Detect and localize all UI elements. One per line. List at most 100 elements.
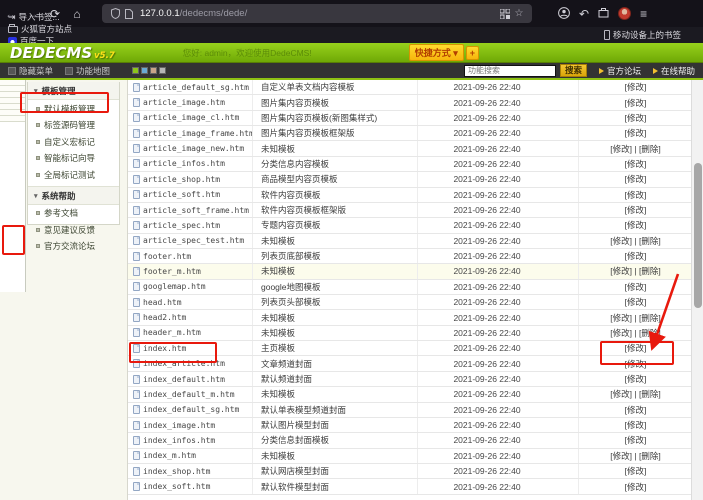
modify-link[interactable]: [修改] (625, 250, 647, 262)
bookmark-star-icon[interactable]: ☆ (512, 8, 526, 20)
delete-link[interactable]: [删除] (639, 450, 661, 462)
operations-cell: [修改] | [删除] (579, 249, 692, 263)
modify-link[interactable]: [修改] (625, 189, 647, 201)
file-icon (133, 267, 140, 276)
qr-scan-icon[interactable] (498, 8, 512, 20)
modify-link[interactable]: [修改] (625, 81, 647, 93)
page-scrollbar[interactable] (691, 80, 703, 500)
menu-item[interactable]: 参考文档 (28, 205, 119, 222)
delete-link[interactable]: [删除] (639, 235, 661, 247)
shield-icon[interactable] (108, 8, 122, 20)
feature-map-button[interactable]: 功能地图 (65, 65, 110, 77)
modify-link[interactable]: [修改] (625, 158, 647, 170)
modify-link[interactable]: [修改] (610, 388, 632, 400)
template-description: 专题内容页模板 (253, 218, 418, 232)
modify-link[interactable]: [修改] (625, 481, 647, 493)
operations-cell: [修改] | [删除] (579, 280, 692, 294)
modify-link[interactable]: [修改] (610, 312, 632, 324)
modify-link[interactable]: [修改] (625, 404, 647, 416)
file-icon (133, 159, 140, 168)
template-description: 商品模型内容页模板 (253, 172, 418, 186)
modify-link[interactable]: [修改] (625, 373, 647, 385)
modify-link[interactable]: [修改] (625, 219, 647, 231)
menu-item[interactable]: 智能标记向导 (28, 150, 119, 167)
file-icon (133, 282, 140, 291)
profile-avatar[interactable] (618, 7, 631, 20)
modify-link[interactable]: [修改] (625, 112, 647, 124)
file-icon (133, 221, 140, 230)
online-help-link[interactable]: 在线帮助 (653, 65, 695, 77)
feature-search-input[interactable] (464, 65, 556, 77)
color-swatch[interactable] (159, 67, 166, 74)
menu-group-header[interactable]: ▾ 模板管理 (28, 82, 119, 100)
table-row: index_default_sg.htm 默认单表模型频道封面 2021-09-… (128, 403, 692, 418)
bookmark-item[interactable]: ⇥ 火狐官方站点 (8, 23, 72, 35)
menu-item[interactable]: 默认模板管理 (28, 100, 119, 117)
table-row: article_spec.htm 专题内容页模板 2021-09-26 22:4… (128, 218, 692, 233)
filename-cell: googlemap.htm (128, 280, 253, 294)
hamburger-menu-icon[interactable]: ≡ (640, 8, 647, 20)
color-swatch[interactable] (141, 67, 148, 74)
scrollbar-thumb[interactable] (694, 163, 702, 308)
color-swatch[interactable] (132, 67, 139, 74)
shortcut-button[interactable]: 快捷方式 ▾ (409, 44, 464, 61)
modify-link[interactable]: [修改] (625, 465, 647, 477)
menu-item[interactable]: 自定义宏标记 (28, 133, 119, 150)
file-icon (133, 175, 140, 184)
url-text[interactable]: 127.0.0.1/dedecms/dede/ (140, 8, 498, 19)
sidebar-menu: ▾ 模板管理 默认模板管理 标签源码管理 自定义宏标记 智能标记向导 全局标记测… (27, 82, 120, 225)
template-description: 图片集内容页模板框架版 (253, 126, 418, 140)
table-row: header_m.htm 未知模板 2021-09-26 22:40 [修改] … (128, 326, 692, 341)
page-info-icon[interactable] (122, 8, 136, 20)
modify-link[interactable]: [修改] (625, 204, 647, 216)
search-button[interactable]: 搜索 (560, 64, 587, 77)
extension-icon[interactable] (598, 7, 609, 20)
delete-link[interactable]: [删除] (639, 265, 661, 277)
modify-link[interactable]: [修改] (610, 450, 632, 462)
modify-link[interactable]: [修改] (610, 235, 632, 247)
modify-link[interactable]: [修改] (610, 143, 632, 155)
mobile-bookmarks[interactable]: 移动设备上的书签 (604, 29, 681, 41)
module-tab[interactable] (0, 116, 25, 122)
color-swatch[interactable] (150, 67, 157, 74)
modify-link[interactable]: [修改] (625, 281, 647, 293)
filename-cell: head.htm (128, 295, 253, 309)
modify-link[interactable]: [修改] (610, 327, 632, 339)
file-icon (133, 83, 140, 92)
file-icon (133, 236, 140, 245)
delete-link[interactable]: [删除] (639, 312, 661, 324)
modify-link[interactable]: [修改] (610, 265, 632, 277)
modify-link[interactable]: [修改] (625, 358, 647, 370)
modify-link[interactable]: [修改] (625, 173, 647, 185)
delete-link[interactable]: [删除] (639, 143, 661, 155)
shortcut-add-button[interactable]: + (466, 46, 479, 60)
modify-link[interactable]: [修改] (625, 419, 647, 431)
menu-item[interactable]: 标签源码管理 (28, 117, 119, 134)
sync-undo-icon[interactable]: ↶ (579, 8, 589, 20)
bookmark-item[interactable]: ⇥ 导入书签... (8, 11, 72, 23)
official-forum-link[interactable]: 官方论坛 (599, 65, 641, 77)
operations-cell: [修改] | [删除] (579, 464, 692, 478)
menu-group-header[interactable]: ▾ 系统帮助 (28, 186, 119, 205)
template-filename: head.htm (143, 298, 182, 307)
table-row: article_image_frame.htm 图片集内容页模板框架版 2021… (128, 126, 692, 141)
account-icon[interactable] (558, 7, 570, 21)
operations-cell: [修改] | [删除] (579, 264, 692, 278)
operations-cell: [修改] | [删除] (579, 356, 692, 370)
file-icon (133, 467, 140, 476)
modified-time: 2021-09-26 22:40 (418, 157, 579, 171)
delete-link[interactable]: [删除] (639, 327, 661, 339)
modify-link[interactable]: [修改] (625, 434, 647, 446)
theme-color-swatches[interactable] (132, 67, 166, 74)
hide-menu-button[interactable]: 隐藏菜单 (8, 65, 53, 77)
url-bar[interactable]: 127.0.0.1/dedecms/dede/ ☆ (102, 4, 532, 23)
modify-link[interactable]: [修改] (625, 296, 647, 308)
template-description: 未知模板 (253, 310, 418, 324)
modify-link[interactable]: [修改] (625, 97, 647, 109)
delete-link[interactable]: [删除] (639, 388, 661, 400)
menu-item[interactable]: 全局标记测试 (28, 166, 119, 183)
modify-link[interactable]: [修改] (625, 342, 647, 354)
menu-item[interactable]: 意见建议反馈 (28, 221, 119, 238)
modify-link[interactable]: [修改] (625, 127, 647, 139)
menu-item[interactable]: 官方交流论坛 (28, 238, 119, 255)
